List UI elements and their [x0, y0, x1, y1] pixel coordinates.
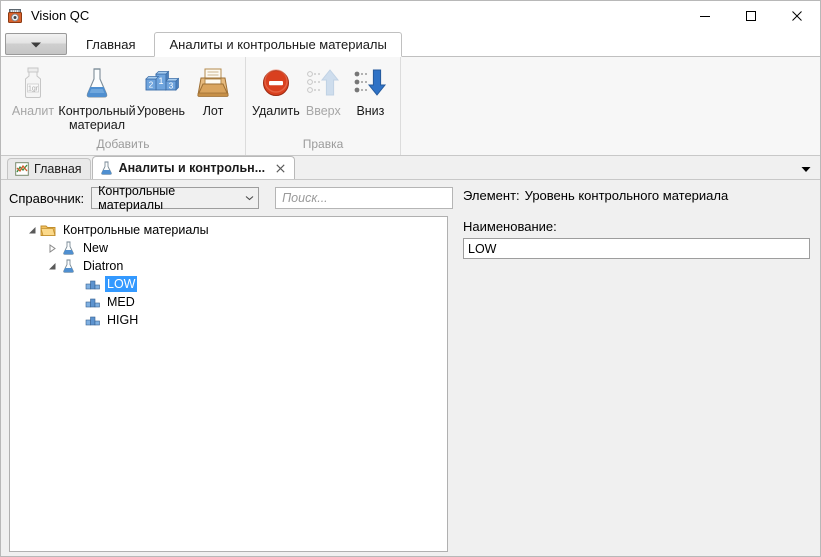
tree-node-label: HIGH — [107, 313, 139, 327]
tree-node-control-materials[interactable]: Контрольные материалы — [10, 221, 447, 239]
content-area: Справочник: Контрольные материалы Поиск.… — [1, 180, 820, 556]
tree-node-low[interactable]: LOW — [10, 275, 447, 293]
chevron-down-icon — [30, 37, 42, 52]
ribbon-group-spacer — [400, 57, 820, 155]
name-field-value: LOW — [468, 241, 497, 256]
window-title: Vision QC — [31, 8, 90, 23]
tree-node-med[interactable]: MED — [10, 293, 447, 311]
tree-node-label: Контрольные материалы — [63, 223, 209, 237]
chart-icon — [15, 162, 29, 176]
ribbon-tab-main[interactable]: Главная — [71, 32, 150, 56]
svg-text:1gr: 1gr — [28, 86, 39, 93]
ribbon-group-edit-label: Правка — [302, 137, 344, 151]
expander-expanded-icon[interactable] — [24, 222, 40, 238]
close-icon[interactable] — [274, 162, 286, 174]
search-placeholder: Поиск... — [282, 191, 328, 205]
add-level-button[interactable]: 1 2 3 Уровень — [135, 61, 187, 118]
tree-node-diatron[interactable]: Diatron — [10, 257, 447, 275]
svg-text:2: 2 — [149, 81, 154, 90]
ribbon-tab-label: Главная — [86, 37, 136, 52]
add-control-material-label: Контрольный материал — [58, 104, 136, 132]
ribbon-group-edit: Удалить Вверх Вниз Правка — [245, 57, 400, 155]
ribbon-tab-analytes[interactable]: Аналиты и контрольные материалы — [154, 32, 402, 57]
flask-icon — [100, 161, 114, 175]
add-lot-button[interactable]: Лот — [187, 61, 239, 118]
move-down-label: Вниз — [356, 104, 385, 118]
tree-node-label: MED — [107, 295, 135, 309]
move-up-label: Вверх — [305, 104, 341, 118]
element-value: Уровень контрольного материала — [524, 188, 729, 203]
expander-expanded-icon[interactable] — [44, 258, 60, 274]
tab-overflow-button[interactable] — [800, 162, 812, 174]
element-label: Элемент: — [463, 188, 520, 203]
element-line: Элемент: Уровень контрольного материала — [463, 188, 810, 203]
svg-text:3: 3 — [169, 82, 174, 91]
application-menu-button[interactable] — [5, 33, 67, 55]
add-level-label: Уровень — [136, 104, 186, 118]
tree-node-new[interactable]: New — [10, 239, 447, 257]
flask-icon — [77, 65, 117, 101]
add-analyte-label: Аналит — [11, 104, 55, 118]
directory-select-value: Контрольные материалы — [98, 184, 176, 212]
flask-icon — [60, 240, 76, 256]
chevron-down-icon — [245, 193, 254, 203]
document-tab-analytes[interactable]: Аналиты и контрольн... — [91, 156, 296, 179]
delete-label: Удалить — [252, 104, 300, 118]
close-button[interactable] — [774, 1, 820, 30]
ribbon: 1gr Аналит Контрольный материал 1 2 3 Ур… — [1, 56, 820, 156]
left-pane: Справочник: Контрольные материалы Поиск.… — [1, 180, 453, 556]
directory-select[interactable]: Контрольные материалы — [91, 184, 260, 212]
tree-view[interactable]: Контрольные материалы New Diatron LOW ME… — [9, 216, 448, 552]
tree-node-label: New — [83, 241, 109, 255]
app-icon — [7, 8, 23, 24]
add-lot-label: Лот — [202, 104, 224, 118]
flask-icon — [60, 258, 76, 274]
arrow-up-icon — [303, 65, 343, 101]
chevron-down-icon — [801, 161, 811, 176]
name-field-label: Наименование: — [463, 219, 557, 234]
add-analyte-button[interactable]: 1gr Аналит — [7, 61, 59, 118]
tree-node-high[interactable]: HIGH — [10, 311, 447, 329]
ribbon-tab-label: Аналиты и контрольные материалы — [169, 37, 387, 52]
document-tab-label: Аналиты и контрольн... — [118, 161, 266, 175]
name-field[interactable]: LOW — [463, 238, 810, 259]
tree-node-label: LOW — [105, 276, 138, 292]
tree-node-label: Diatron — [83, 259, 124, 273]
svg-text:1: 1 — [158, 76, 163, 86]
filter-row: Справочник: Контрольные материалы Поиск.… — [9, 184, 453, 212]
add-control-material-button[interactable]: Контрольный материал — [58, 61, 136, 132]
podium-icon: 1 2 3 — [141, 65, 181, 101]
delete-button[interactable]: Удалить — [252, 61, 300, 118]
document-tab-label: Главная — [34, 162, 82, 176]
document-tab-strip: Главная Аналиты и контрольн... — [1, 156, 820, 180]
window-controls — [682, 1, 820, 30]
podium-icon — [84, 312, 100, 328]
ribbon-group-add-label: Добавить — [96, 137, 150, 151]
minimize-button[interactable] — [682, 1, 728, 30]
move-down-button[interactable]: Вниз — [347, 61, 394, 118]
application-window: Vision QC Главная Аналиты и контрольные … — [0, 0, 821, 557]
vial-1gr-icon: 1gr — [13, 65, 53, 101]
title-bar: Vision QC — [1, 1, 820, 30]
search-input[interactable]: Поиск... — [275, 187, 453, 209]
maximize-button[interactable] — [728, 1, 774, 30]
podium-icon — [84, 294, 100, 310]
ribbon-group-add: 1gr Аналит Контрольный материал 1 2 3 Ур… — [1, 57, 245, 155]
arrow-down-icon — [350, 65, 390, 101]
podium-icon — [84, 276, 100, 292]
move-up-button[interactable]: Вверх — [300, 61, 347, 118]
delete-circle-icon — [256, 65, 296, 101]
inbox-tray-icon — [193, 65, 233, 101]
document-tab-main[interactable]: Главная — [7, 158, 91, 179]
ribbon-tab-strip: Главная Аналиты и контрольные материалы — [1, 30, 820, 57]
directory-label: Справочник: — [9, 190, 85, 206]
folder-icon — [40, 222, 56, 238]
right-pane: Элемент: Уровень контрольного материала Н… — [453, 180, 820, 556]
expander-collapsed-icon[interactable] — [44, 240, 60, 256]
